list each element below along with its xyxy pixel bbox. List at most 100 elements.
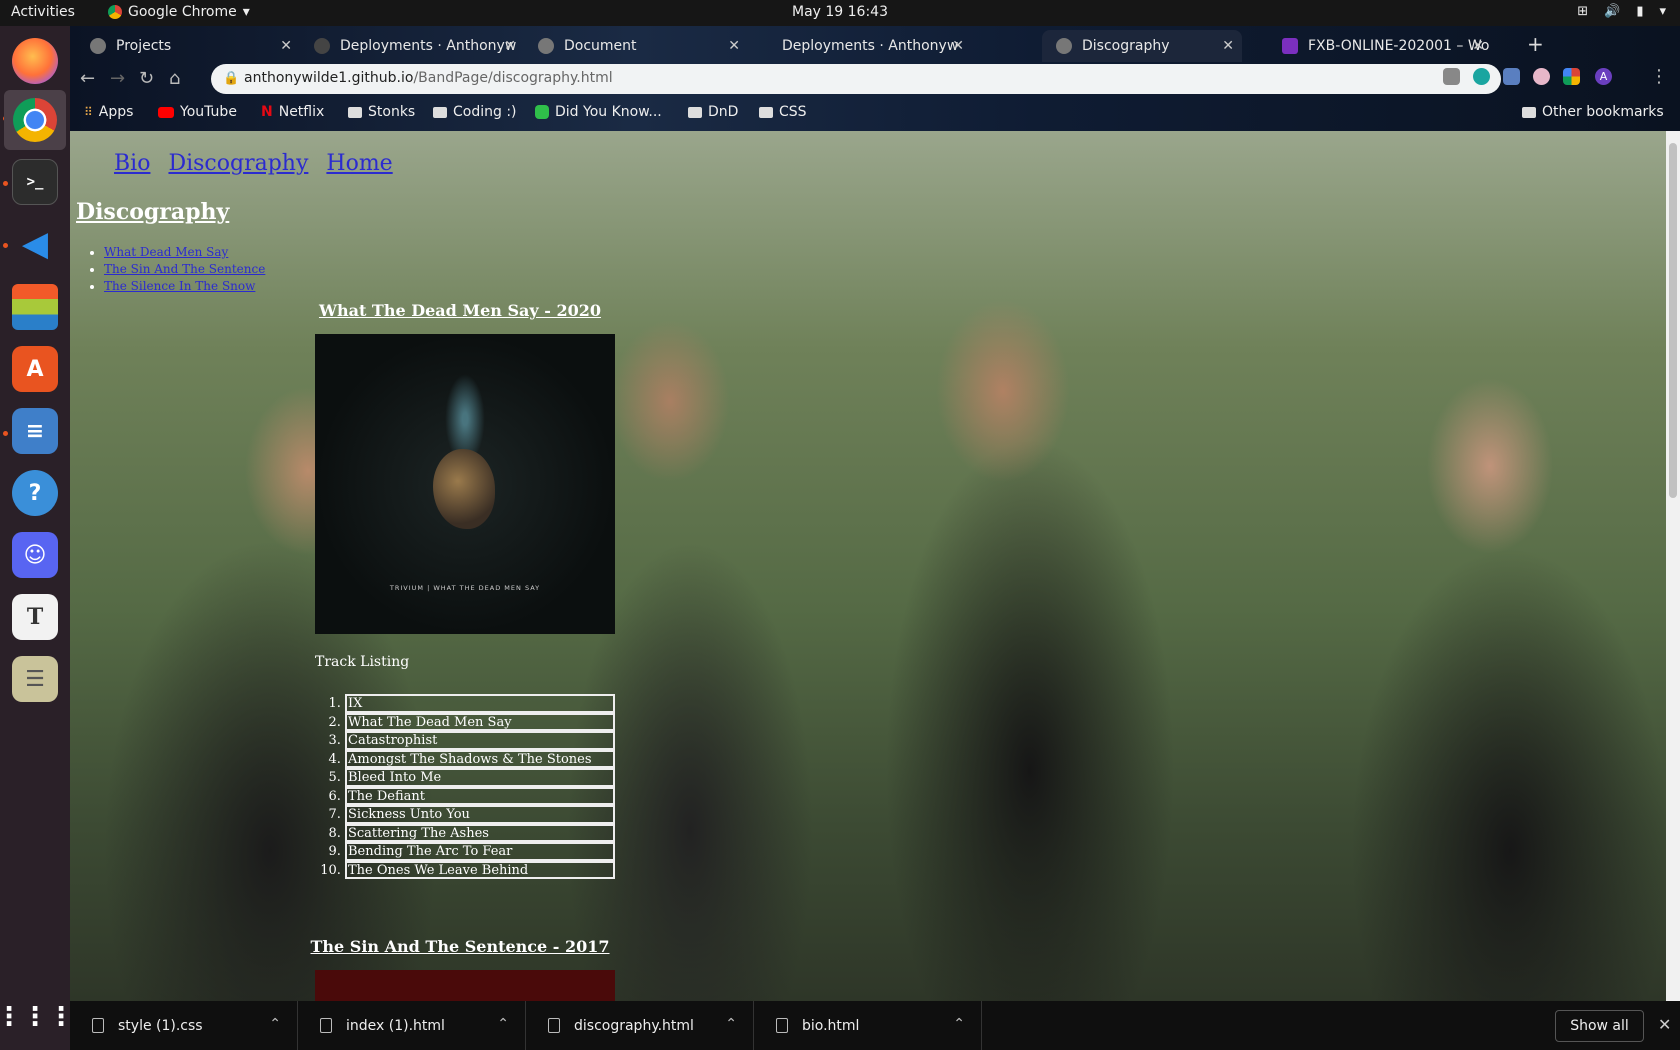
bookmark-label: DnD	[708, 104, 739, 120]
tab-deployments-2[interactable]: Deployments · Anthonyw ✕	[748, 30, 972, 62]
toc-item: The Sin And The Sentence	[104, 261, 265, 278]
app-menu[interactable]: Google Chrome ▾	[108, 4, 250, 20]
terminal-icon[interactable]: >_	[12, 159, 58, 205]
bookmarks-bar: ⠿ Apps YouTube N Netflix Stonks Coding :) …	[70, 100, 1680, 130]
new-tab-button[interactable]: +	[1527, 32, 1544, 56]
chevron-up-icon[interactable]: ⌃	[269, 1016, 281, 1032]
extension-icon-5[interactable]	[1563, 68, 1580, 85]
extension-icon-4[interactable]	[1533, 68, 1550, 85]
url-text[interactable]: anthonywilde1.github.io/BandPage/discogr…	[244, 70, 613, 86]
album-title: The Sin And The Sentence - 2017	[310, 937, 610, 956]
chevron-up-icon[interactable]: ⌃	[953, 1016, 965, 1032]
download-item[interactable]: discography.html ⌃	[526, 1001, 754, 1050]
tab-document[interactable]: Document ✕	[524, 30, 748, 62]
bookmark-css[interactable]: CSS	[759, 104, 807, 120]
extension-icon-1[interactable]	[1443, 68, 1460, 85]
download-item[interactable]: bio.html ⌃	[754, 1001, 982, 1050]
dock: >_ ◀ A ≡ ? ☺ T ☰ ⋮⋮⋮	[0, 26, 74, 1050]
firefox-icon[interactable]	[12, 38, 58, 84]
tab-discography[interactable]: Discography ✕	[1042, 30, 1242, 62]
chrome-icon[interactable]	[4, 90, 66, 150]
toc-link-what-dead-men-say[interactable]: What Dead Men Say	[104, 245, 228, 259]
close-icon[interactable]: ✕	[952, 38, 964, 54]
nav-link-home[interactable]: Home	[326, 151, 392, 176]
show-all-button[interactable]: Show all	[1555, 1010, 1644, 1042]
toc-link-silence-in-snow[interactable]: The Silence In The Snow	[104, 279, 255, 293]
tab-title: Deployments · Anthonyw	[340, 38, 517, 54]
folder-icon	[1522, 106, 1536, 118]
tab-title: Projects	[116, 38, 172, 54]
album-cover	[315, 970, 615, 1001]
profile-avatar[interactable]: A	[1595, 68, 1612, 85]
vscode-icon[interactable]: ◀	[12, 221, 58, 267]
help-icon[interactable]: ?	[12, 470, 58, 516]
close-icon[interactable]: ✕	[1222, 38, 1234, 54]
download-filename: index (1).html	[346, 1017, 445, 1034]
folder-icon	[759, 106, 773, 118]
layers-icon[interactable]	[12, 284, 58, 330]
scrollbar-thumb[interactable]	[1669, 143, 1677, 498]
track-listing-heading: Track Listing	[315, 654, 410, 670]
chevron-down-icon: ▾	[1659, 4, 1666, 19]
bookmark-did-you-know[interactable]: Did You Know...	[535, 104, 662, 120]
extension-icon-2[interactable]	[1473, 68, 1490, 85]
bookmark-dnd[interactable]: DnD	[688, 104, 738, 120]
chevron-down-icon: ▾	[242, 4, 250, 20]
chevron-up-icon[interactable]: ⌃	[497, 1016, 509, 1032]
leaf-icon	[535, 105, 549, 119]
bookmark-apps[interactable]: ⠿ Apps	[84, 104, 133, 120]
address-bar[interactable]: 🔒 anthonywilde1.github.io/BandPage/disco…	[211, 64, 1501, 94]
files-icon[interactable]: ☰	[12, 656, 58, 702]
toc-link-sin-and-sentence[interactable]: The Sin And The Sentence	[104, 262, 265, 276]
album-sin-and-sentence: The Sin And The Sentence - 2017	[310, 937, 615, 1001]
track-item: IX	[345, 694, 615, 713]
battery-icon: ▮	[1636, 4, 1644, 19]
close-icon[interactable]: ✕	[728, 38, 740, 54]
extension-icon-3[interactable]	[1503, 68, 1520, 85]
nav-link-discography[interactable]: Discography	[168, 151, 308, 176]
system-tray[interactable]: ⊞ 🔊 ▮ ▾	[1577, 4, 1666, 19]
activities-button[interactable]: Activities	[11, 4, 75, 20]
bookmark-label: Other bookmarks	[1542, 104, 1664, 120]
reload-button[interactable]: ↻	[139, 68, 154, 89]
notes-icon[interactable]: ≡	[12, 408, 58, 454]
forward-button[interactable]: →	[110, 68, 125, 89]
bookmark-coding[interactable]: Coding :)	[433, 104, 517, 120]
track-item: Scattering The Ashes	[345, 823, 615, 842]
app-grid-icon[interactable]: ⋮⋮⋮	[0, 994, 74, 1040]
album-title: What The Dead Men Say - 2020	[318, 301, 602, 320]
bookmark-youtube[interactable]: YouTube	[158, 104, 237, 120]
github-icon	[314, 38, 330, 54]
discord-icon[interactable]: ☺	[12, 532, 58, 578]
bookmark-label: Did You Know...	[555, 104, 662, 120]
back-button[interactable]: ←	[80, 68, 95, 89]
bookmark-other[interactable]: Other bookmarks	[1522, 104, 1664, 120]
track-item: Catastrophist	[345, 731, 615, 750]
close-icon[interactable]: ✕	[504, 38, 516, 54]
close-icon[interactable]: ✕	[1472, 38, 1484, 54]
netflix-icon: N	[261, 104, 273, 120]
software-icon[interactable]: A	[12, 346, 58, 392]
close-icon[interactable]: ✕	[1658, 1015, 1671, 1034]
track-item: What The Dead Men Say	[345, 712, 615, 731]
home-button[interactable]: ⌂	[169, 68, 180, 89]
download-item[interactable]: index (1).html ⌃	[298, 1001, 526, 1050]
download-item[interactable]: style (1).css ⌃	[70, 1001, 298, 1050]
tab-deployments-1[interactable]: Deployments · Anthonyw ✕	[300, 30, 524, 62]
chrome-menu-icon[interactable]: ⋮	[1650, 66, 1668, 87]
chevron-up-icon[interactable]: ⌃	[725, 1016, 737, 1032]
tab-fxb-online[interactable]: FXB-ONLINE-202001 – Wo ✕	[1268, 30, 1492, 62]
tab-projects[interactable]: Projects ✕	[76, 30, 300, 62]
page-scrollbar[interactable]	[1666, 131, 1680, 1001]
lock-icon[interactable]: 🔒	[223, 71, 239, 86]
track-item: Bending The Arc To Fear	[345, 842, 615, 861]
track-item: The Defiant	[345, 786, 615, 805]
network-icon: ⊞	[1577, 4, 1589, 19]
url-host: anthonywilde1.github.io	[244, 70, 414, 86]
clock[interactable]: May 19 16:43	[0, 4, 1680, 20]
close-icon[interactable]: ✕	[280, 38, 292, 54]
nav-link-bio[interactable]: Bio	[114, 151, 150, 176]
bookmark-stonks[interactable]: Stonks	[348, 104, 415, 120]
typora-icon[interactable]: T	[12, 594, 58, 640]
bookmark-netflix[interactable]: N Netflix	[261, 104, 324, 120]
